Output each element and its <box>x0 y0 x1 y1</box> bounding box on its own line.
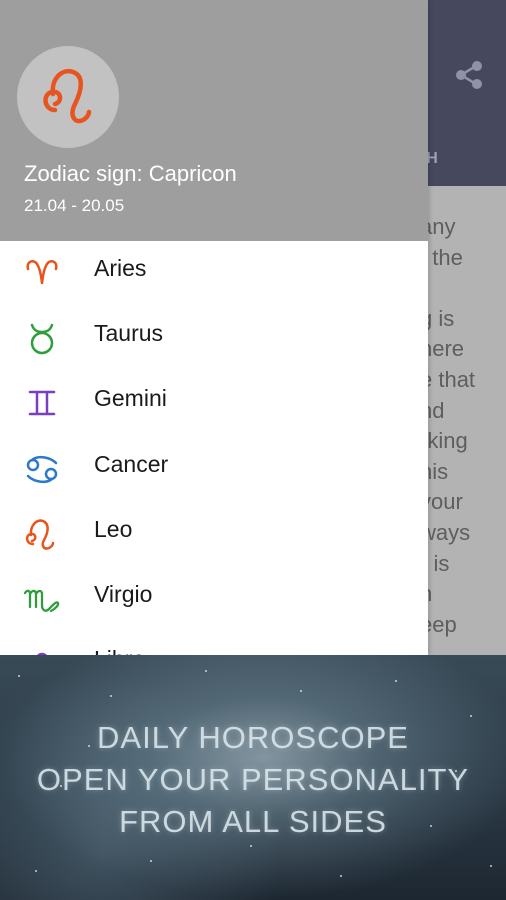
star <box>300 690 302 692</box>
sign-item-aries[interactable]: Aries <box>0 241 428 306</box>
leo-icon <box>43 68 92 124</box>
sign-label: Aries <box>94 255 147 281</box>
cancer-icon <box>26 455 58 483</box>
text-line: ways <box>420 519 471 545</box>
text-line: any <box>420 214 456 239</box>
text-line: e that <box>420 366 476 392</box>
leo-icon <box>25 519 55 550</box>
sign-item-gemini[interactable]: Gemini <box>0 371 428 436</box>
star <box>490 865 492 867</box>
sign-item-virgo[interactable]: Virgio <box>0 567 428 632</box>
text-line: his <box>420 458 449 484</box>
star <box>35 870 37 872</box>
star <box>250 845 252 847</box>
text-line <box>420 273 506 304</box>
sign-label: Virgio <box>94 580 153 607</box>
banner-line: DAILY HOROSCOPE <box>97 720 409 755</box>
share-button[interactable] <box>452 58 486 92</box>
aries-icon <box>26 260 58 285</box>
share-icon <box>456 61 482 89</box>
sign-label: Libra <box>94 646 145 655</box>
libra-icon <box>37 652 47 655</box>
text-line: r is <box>420 550 450 576</box>
taurus-icon <box>30 323 54 355</box>
virgo-icon <box>23 589 60 613</box>
star <box>205 670 207 672</box>
text-line: n <box>420 579 506 610</box>
star <box>340 875 342 877</box>
sign-label: Leo <box>94 515 133 542</box>
banner-text: DAILY HOROSCOPE OPEN YOUR PERSONALITY FR… <box>0 717 506 843</box>
text-line: nd <box>420 397 445 423</box>
horoscope-text: any f the g is here e that nd rking his … <box>420 212 506 640</box>
sign-item-libra[interactable]: Libra <box>0 632 428 655</box>
text-line: here <box>420 336 465 362</box>
star <box>18 675 20 677</box>
star <box>395 680 397 682</box>
drawer-header: Zodiac sign: Capricon 21.04 - 20.05 <box>0 0 428 241</box>
sign-item-leo[interactable]: Leo <box>0 502 428 567</box>
banner-line: OPEN YOUR PERSONALITY <box>36 762 470 797</box>
text-line: your <box>420 489 463 515</box>
promo-banner[interactable]: DAILY HOROSCOPE OPEN YOUR PERSONALITY FR… <box>0 655 506 900</box>
text-line: eep <box>420 611 457 637</box>
sign-label: Taurus <box>94 320 164 347</box>
navigation-drawer: Zodiac sign: Capricon 21.04 - 20.05 Arie… <box>0 0 428 655</box>
sign-item-cancer[interactable]: Cancer <box>0 437 428 502</box>
sign-list: Aries Taurus Gemini Cancer Leo Virgio <box>0 241 428 655</box>
zodiac-sign-title: Zodiac sign: Capricon <box>24 161 237 186</box>
gemini-icon <box>28 391 56 416</box>
banner-line: FROM ALL SIDES <box>119 804 387 839</box>
sign-item-taurus[interactable]: Taurus <box>0 306 428 371</box>
avatar[interactable] <box>17 46 119 148</box>
star <box>110 695 112 697</box>
star <box>150 860 152 862</box>
sign-label: Gemini <box>94 385 167 412</box>
text-line: rking <box>420 428 468 454</box>
zodiac-sign-dates: 21.04 - 20.05 <box>24 196 125 215</box>
text-line: f the <box>420 244 463 270</box>
sign-label: Cancer <box>94 450 169 477</box>
text-line: g is <box>420 305 455 331</box>
